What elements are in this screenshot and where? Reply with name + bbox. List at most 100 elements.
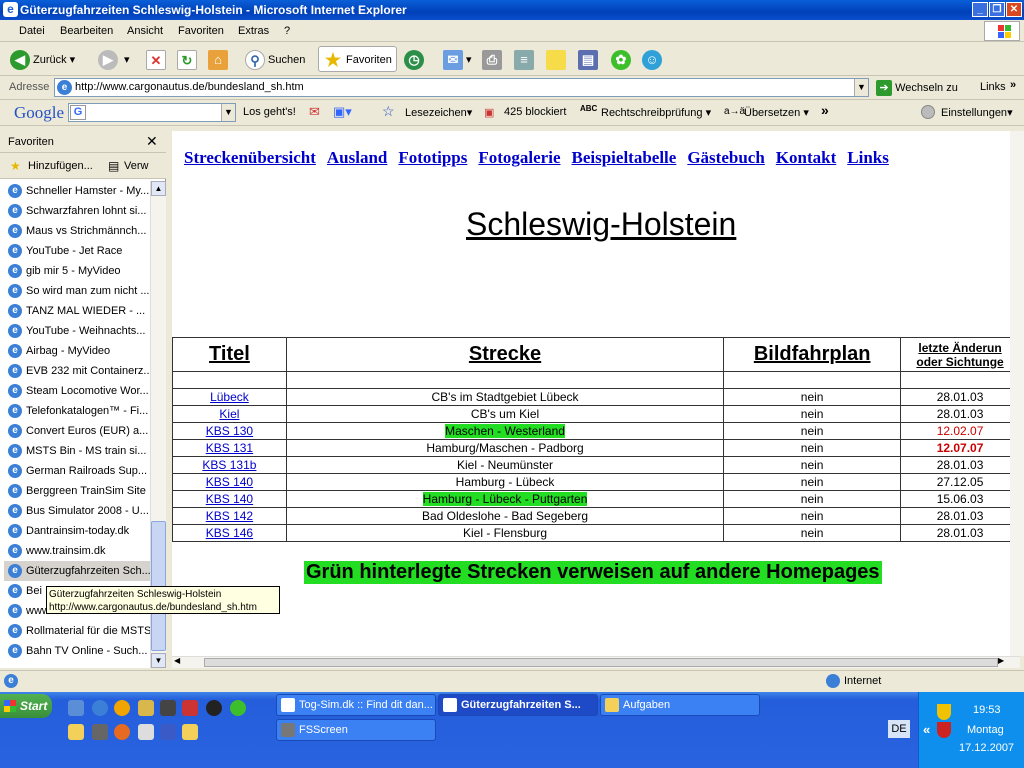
favorite-item[interactable]: e So wird man zum nicht ... [4, 281, 150, 301]
clock-time[interactable]: 19:53 [973, 704, 1001, 716]
back-button[interactable]: ◀ Zurück ▾ [10, 47, 75, 73]
favorite-item[interactable]: e Schwarzfahren lohnt si... [4, 201, 150, 221]
restore-button[interactable]: ❐ [989, 2, 1005, 17]
menu-favorites[interactable]: Favoriten [178, 25, 224, 37]
route-link[interactable]: KBS 140 [206, 492, 253, 506]
forward-button[interactable]: ▶ ▾ [98, 47, 130, 73]
favorite-item[interactable]: e YouTube - Jet Race [4, 241, 150, 261]
tray-expand-icon[interactable]: « [923, 722, 930, 737]
taskbar-btn-gueterzug[interactable]: Güterzugfahrzeiten S... [438, 694, 598, 716]
quicklaunch-clock-icon[interactable] [114, 700, 130, 716]
page-vertical-scrollbar[interactable] [1010, 131, 1024, 656]
go-button[interactable]: ➔ Wechseln zu [876, 79, 958, 97]
organize-button[interactable]: Verw [124, 160, 148, 172]
refresh-button[interactable]: ↻ [177, 47, 200, 73]
quicklaunch-ie-icon[interactable] [92, 700, 108, 716]
search-button[interactable]: ⚲ Suchen [245, 47, 305, 73]
scroll-down-icon[interactable]: ▼ [151, 653, 166, 668]
language-indicator[interactable]: DE [888, 720, 910, 738]
quicklaunch-media-icon[interactable] [206, 700, 222, 716]
quicklaunch-db-icon[interactable] [160, 724, 176, 740]
favorite-item[interactable]: e Berggreen TrainSim Site [4, 481, 150, 501]
minimize-button[interactable]: _ [972, 2, 988, 17]
quicklaunch-folder-icon[interactable] [68, 724, 84, 740]
nav-link[interactable]: Fototipps [398, 148, 467, 167]
route-link[interactable]: KBS 146 [206, 526, 253, 540]
favorite-item[interactable]: e www.trainsim.dk [4, 541, 150, 561]
route-link[interactable]: KBS 131 [206, 441, 253, 455]
nav-link[interactable]: Gästebuch [687, 148, 764, 167]
favorite-item[interactable]: e Telefonkatalogen™ - Fi... [4, 401, 150, 421]
mail-button[interactable]: ✉ ▾ [443, 47, 472, 73]
quicklaunch-firefox-icon[interactable] [114, 724, 130, 740]
favorite-item[interactable]: e TANZ MAL WIEDER - ... [4, 301, 150, 321]
favorite-item[interactable]: e gib mir 5 - MyVideo [4, 261, 150, 281]
google-search-button[interactable]: Los geht's! [243, 106, 296, 118]
nav-link[interactable]: Beispieltabelle [572, 148, 677, 167]
favorite-item[interactable]: e Bus Simulator 2008 - U... [4, 501, 150, 521]
security-shield-icon[interactable] [937, 704, 951, 720]
scroll-left-icon[interactable]: ◀ [174, 656, 180, 665]
google-search-dropdown-icon[interactable]: ▼ [221, 104, 235, 121]
start-button[interactable]: Start [0, 694, 52, 718]
favorite-item[interactable]: e EVB 232 mit Containerz... [4, 361, 150, 381]
menu-help[interactable]: ? [284, 25, 290, 37]
links-chevron-icon[interactable]: » [1010, 79, 1016, 91]
scroll-up-icon[interactable]: ▲ [151, 181, 166, 196]
antivirus-shield-icon[interactable] [937, 722, 951, 738]
favorite-item[interactable]: e Airbag - MyVideo [4, 341, 150, 361]
address-input[interactable]: e http://www.cargonautus.de/bundesland_s… [54, 78, 869, 97]
translate-button[interactable]: Übersetzen ▾ [744, 106, 809, 119]
quicklaunch-icq-icon[interactable] [230, 700, 246, 716]
icq-button[interactable]: ✿ [611, 47, 634, 73]
quicklaunch-doc-icon[interactable] [138, 724, 154, 740]
favorite-item[interactable]: e Bahn TV Online - Such... [4, 641, 150, 661]
route-name[interactable]: Hamburg - Lübeck - Puttgarten [422, 492, 588, 506]
favorite-item[interactable]: e German Railroads Sup... [4, 461, 150, 481]
discuss-button[interactable] [546, 47, 569, 73]
messenger-button[interactable]: ☺ [642, 47, 665, 73]
favorites-button[interactable]: ★ Favoriten [318, 46, 397, 72]
address-dropdown-icon[interactable]: ▼ [854, 79, 868, 96]
route-link[interactable]: KBS 140 [206, 475, 253, 489]
quicklaunch-award-icon[interactable] [138, 700, 154, 716]
nav-link[interactable]: Kontakt [776, 148, 836, 167]
stop-button[interactable]: ✕ [146, 47, 169, 73]
settings-button[interactable]: Einstellungen▾ [941, 106, 1013, 119]
favorite-item[interactable]: e Steam Locomotive Wor... [4, 381, 150, 401]
menu-file[interactable]: Datei [19, 25, 45, 37]
add-favorite-button[interactable]: Hinzufügen... [28, 160, 93, 172]
route-link[interactable]: KBS 142 [206, 509, 253, 523]
taskbar-btn-fsscreen[interactable]: FSScreen [276, 719, 436, 741]
route-name[interactable]: Maschen - Westerland [445, 424, 565, 438]
nav-link[interactable]: Links [847, 148, 889, 167]
favorites-close-icon[interactable]: ✕ [146, 133, 158, 150]
home-button[interactable]: ⌂ [208, 47, 231, 73]
taskbar-btn-aufgaben[interactable]: Aufgaben [600, 694, 760, 716]
route-link[interactable]: Kiel [219, 407, 239, 421]
favorite-item[interactable]: e Rollmaterial für die MSTS [4, 621, 150, 641]
page-scroll-thumb[interactable] [204, 658, 998, 667]
popup-blocked-count[interactable]: 425 blockiert [504, 106, 566, 118]
print-button[interactable]: ⎙ [482, 47, 505, 73]
taskbar-btn-togsim[interactable]: Tog-Sim.dk :: Find dit dan... [276, 694, 436, 716]
menu-view[interactable]: Ansicht [127, 25, 163, 37]
quicklaunch-screen-icon[interactable] [92, 724, 108, 740]
nav-link[interactable]: Streckenübersicht [184, 148, 316, 167]
quicklaunch-acrobat-icon[interactable] [182, 700, 198, 716]
quicklaunch-folder2-icon[interactable] [182, 724, 198, 740]
quicklaunch-app-icon[interactable] [160, 700, 176, 716]
page-horizontal-scrollbar[interactable]: ◀ ▶ [172, 656, 1020, 668]
spellcheck-button[interactable]: Rechtschreibprüfung ▾ [601, 106, 711, 119]
nav-link[interactable]: Fotogalerie [478, 148, 560, 167]
google-news-icon[interactable]: ✉ [309, 104, 320, 120]
favorite-item[interactable]: e MSTS Bin - MS train si... [4, 441, 150, 461]
close-button[interactable]: ✕ [1006, 2, 1022, 17]
menu-tools[interactable]: Extras [238, 25, 269, 37]
route-link[interactable]: Lübeck [210, 390, 249, 404]
scroll-right-icon[interactable]: ▶ [998, 656, 1004, 665]
favorite-item[interactable]: e YouTube - Weihnachts... [4, 321, 150, 341]
route-link[interactable]: KBS 131b [202, 458, 256, 472]
favorite-item[interactable]: e Convert Euros (EUR) a... [4, 421, 150, 441]
quicklaunch-desktop-icon[interactable] [68, 700, 84, 716]
